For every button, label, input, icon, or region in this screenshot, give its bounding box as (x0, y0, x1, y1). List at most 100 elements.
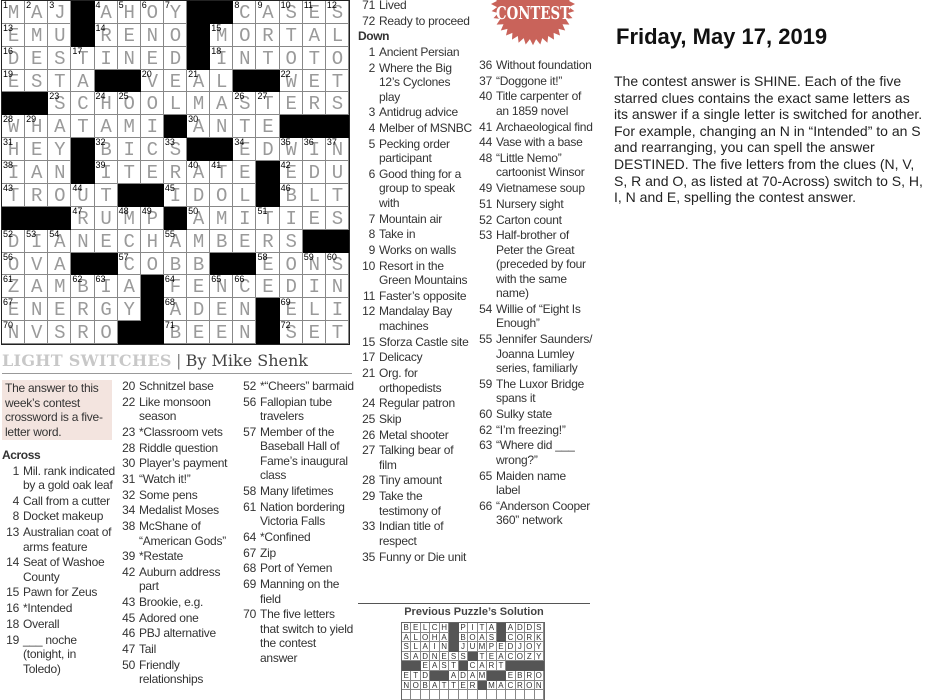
grid-cell[interactable] (48, 161, 72, 184)
grid-cell[interactable] (140, 252, 164, 276)
grid-cell[interactable] (233, 298, 257, 322)
grid-cell[interactable]: 27 (256, 92, 280, 116)
grid-cell[interactable] (25, 298, 49, 322)
grid-cell[interactable]: 31 (2, 138, 26, 162)
grid-cell[interactable]: 25 (117, 92, 141, 116)
grid-cell[interactable] (94, 298, 118, 322)
grid-cell[interactable]: 48 (117, 206, 141, 230)
grid-cell[interactable] (48, 252, 72, 276)
grid-cell[interactable]: 28 (2, 115, 26, 139)
grid-cell[interactable] (210, 321, 234, 344)
grid-cell[interactable] (94, 183, 118, 207)
grid-cell[interactable]: 17 (71, 46, 95, 70)
grid-cell[interactable]: 7 (163, 1, 188, 24)
grid-cell[interactable]: 16 (2, 46, 26, 70)
grid-cell[interactable]: 70 (2, 321, 26, 344)
grid-cell[interactable] (48, 69, 72, 93)
grid-cell[interactable]: 62 (71, 275, 95, 299)
grid-cell[interactable]: 58 (256, 252, 280, 276)
grid-cell[interactable] (233, 115, 257, 139)
grid-cell[interactable]: 2 (25, 1, 49, 24)
grid-cell[interactable] (279, 206, 303, 230)
grid-cell[interactable] (140, 138, 164, 162)
grid-cell[interactable] (25, 252, 49, 276)
grid-cell[interactable] (279, 229, 303, 253)
grid-cell[interactable]: 45 (163, 183, 188, 207)
grid-cell[interactable] (279, 46, 303, 70)
grid-cell[interactable] (325, 321, 349, 344)
grid-cell[interactable] (25, 161, 49, 184)
grid-cell[interactable] (233, 161, 257, 184)
grid-cell[interactable] (302, 183, 326, 207)
grid-cell[interactable]: 46 (279, 183, 303, 207)
grid-cell[interactable] (48, 138, 72, 162)
grid-cell[interactable]: 72 (279, 321, 303, 344)
grid-cell[interactable]: 18 (210, 46, 234, 70)
grid-cell[interactable] (256, 46, 280, 70)
grid-cell[interactable] (325, 298, 349, 322)
grid-cell[interactable] (94, 229, 118, 253)
grid-cell[interactable]: 33 (163, 138, 188, 162)
grid-cell[interactable]: 66 (233, 275, 257, 299)
grid-cell[interactable] (140, 23, 164, 47)
grid-cell[interactable] (302, 275, 326, 299)
grid-cell[interactable] (71, 69, 95, 93)
grid-cell[interactable]: 57 (117, 252, 141, 276)
grid-cell[interactable]: 36 (302, 138, 326, 162)
grid-cell[interactable] (256, 115, 280, 139)
grid-cell[interactable] (25, 183, 49, 207)
grid-cell[interactable]: 55 (163, 229, 188, 253)
grid-cell[interactable]: 51 (256, 206, 280, 230)
grid-cell[interactable]: 22 (279, 69, 303, 93)
grid-cell[interactable] (279, 252, 303, 276)
grid-cell[interactable] (302, 321, 326, 344)
grid-cell[interactable]: 19 (2, 69, 26, 93)
grid-cell[interactable]: 6 (140, 1, 164, 24)
grid-cell[interactable] (48, 46, 72, 70)
grid-cell[interactable] (302, 92, 326, 116)
grid-cell[interactable] (210, 183, 234, 207)
grid-cell[interactable]: 10 (279, 1, 303, 24)
grid-cell[interactable]: 38 (2, 161, 26, 184)
grid-cell[interactable] (302, 23, 326, 47)
grid-cell[interactable] (117, 23, 141, 47)
grid-cell[interactable] (140, 115, 164, 139)
grid-cell[interactable] (187, 252, 211, 276)
grid-cell[interactable] (210, 298, 234, 322)
grid-cell[interactable] (210, 206, 234, 230)
grid-cell[interactable]: 54 (48, 229, 72, 253)
grid-cell[interactable] (163, 46, 188, 70)
grid-cell[interactable] (163, 69, 188, 93)
grid-cell[interactable]: 60 (325, 252, 349, 276)
grid-cell[interactable]: 29 (25, 115, 49, 139)
grid-cell[interactable] (302, 46, 326, 70)
grid-cell[interactable]: 11 (302, 1, 326, 24)
grid-cell[interactable] (279, 275, 303, 299)
grid-cell[interactable]: 41 (210, 161, 234, 184)
grid-cell[interactable] (210, 115, 234, 139)
grid-cell[interactable] (325, 92, 349, 116)
grid-cell[interactable]: 34 (233, 138, 257, 162)
grid-cell[interactable] (140, 92, 164, 116)
grid-cell[interactable] (25, 46, 49, 70)
grid-cell[interactable]: 8 (233, 1, 257, 24)
grid-cell[interactable] (163, 252, 188, 276)
grid-cell[interactable]: 35 (279, 138, 303, 162)
grid-cell[interactable] (140, 161, 164, 184)
grid-cell[interactable] (210, 229, 234, 253)
grid-cell[interactable] (187, 321, 211, 344)
grid-cell[interactable]: 32 (94, 138, 118, 162)
grid-cell[interactable]: 20 (140, 69, 164, 93)
grid-cell[interactable]: 53 (25, 229, 49, 253)
grid-cell[interactable] (256, 23, 280, 47)
grid-cell[interactable] (210, 69, 234, 93)
grid-cell[interactable] (140, 229, 164, 253)
grid-cell[interactable]: 67 (2, 298, 26, 322)
grid-cell[interactable] (25, 69, 49, 93)
grid-cell[interactable]: 68 (163, 298, 188, 322)
grid-cell[interactable] (325, 161, 349, 184)
grid-cell[interactable] (48, 23, 72, 47)
grid-cell[interactable]: 4 (94, 1, 118, 24)
grid-cell[interactable] (140, 46, 164, 70)
grid-cell[interactable] (325, 46, 349, 70)
